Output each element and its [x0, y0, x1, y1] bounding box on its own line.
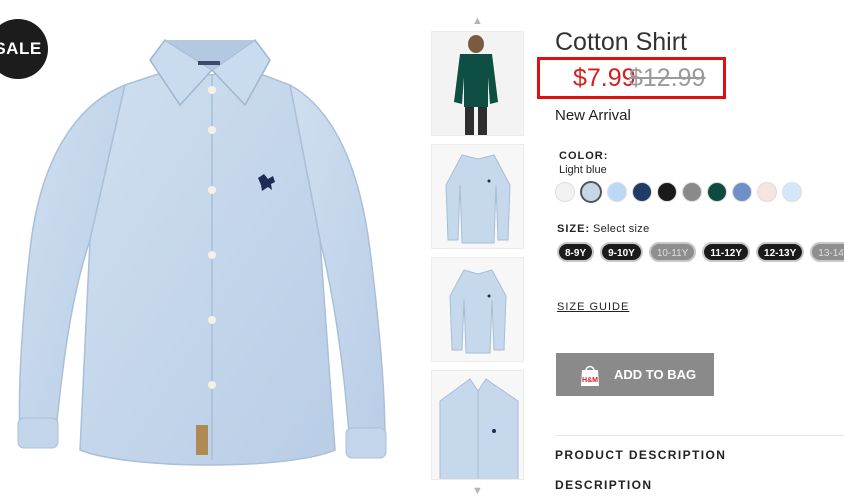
shirt-folded-thumbnail	[432, 258, 523, 361]
color-swatch[interactable]	[657, 182, 677, 202]
thumbnail-up-arrow-icon[interactable]: ▲	[430, 14, 525, 28]
brand-logo: H&M	[582, 377, 598, 384]
boy-model-image	[432, 32, 523, 135]
color-swatch[interactable]	[555, 182, 575, 202]
color-swatch[interactable]	[782, 182, 802, 202]
shirt-front-thumbnail	[432, 145, 523, 248]
shirt-closeup-thumbnail	[432, 371, 523, 479]
thumbnail-shirt-folded[interactable]	[431, 257, 524, 362]
color-label: COLOR:	[559, 150, 609, 162]
thumbnail-shirt-closeup[interactable]	[431, 370, 524, 480]
color-swatch[interactable]	[632, 182, 652, 202]
color-swatch[interactable]	[757, 182, 777, 202]
main-product-image[interactable]: SALE	[0, 0, 420, 495]
price-current: $7.99	[573, 64, 636, 92]
size-label: SIZE:	[557, 223, 591, 235]
size-option[interactable]: 12-13Y	[756, 242, 805, 262]
color-swatch[interactable]	[682, 182, 702, 202]
size-option[interactable]: 9-10Y	[600, 242, 643, 262]
section-divider	[555, 435, 844, 436]
color-swatch[interactable]	[580, 181, 602, 203]
color-swatch[interactable]	[707, 182, 727, 202]
size-option[interactable]: 13-14Y	[810, 242, 844, 262]
size-hint: Select size	[593, 223, 650, 235]
description-heading[interactable]: DESCRIPTION	[555, 478, 652, 492]
shopping-bag-icon: H&M	[579, 363, 601, 387]
size-option[interactable]: 11-12Y	[702, 242, 751, 262]
new-arrival-label: New Arrival	[555, 107, 631, 124]
size-option[interactable]: 8-9Y	[557, 242, 595, 262]
product-description-heading[interactable]: PRODUCT DESCRIPTION	[555, 448, 726, 462]
size-options: 8-9Y9-10Y10-11Y11-12Y12-13Y13-14Y	[557, 242, 844, 262]
add-to-bag-label: ADD TO BAG	[614, 367, 697, 382]
size-guide-link[interactable]: SIZE GUIDE	[557, 301, 629, 313]
color-swatch[interactable]	[732, 182, 752, 202]
product-title: Cotton Shirt	[555, 28, 688, 56]
add-to-bag-button[interactable]: H&M ADD TO BAG	[556, 353, 714, 396]
selected-color-name: Light blue	[559, 164, 607, 176]
thumbnail-model[interactable]	[431, 31, 524, 136]
thumbnail-down-arrow-icon[interactable]: ▼	[430, 484, 525, 498]
shirt-image	[17, 38, 387, 466]
color-swatches	[555, 181, 802, 203]
thumbnail-strip: ▲ ▼	[430, 14, 525, 498]
thumbnail-shirt-front[interactable]	[431, 144, 524, 249]
size-option[interactable]: 10-11Y	[648, 242, 697, 262]
price-original: $12.99	[629, 64, 706, 92]
product-info-panel: Cotton Shirt $7.99 $12.99 New Arrival CO…	[537, 0, 844, 495]
color-swatch[interactable]	[607, 182, 627, 202]
